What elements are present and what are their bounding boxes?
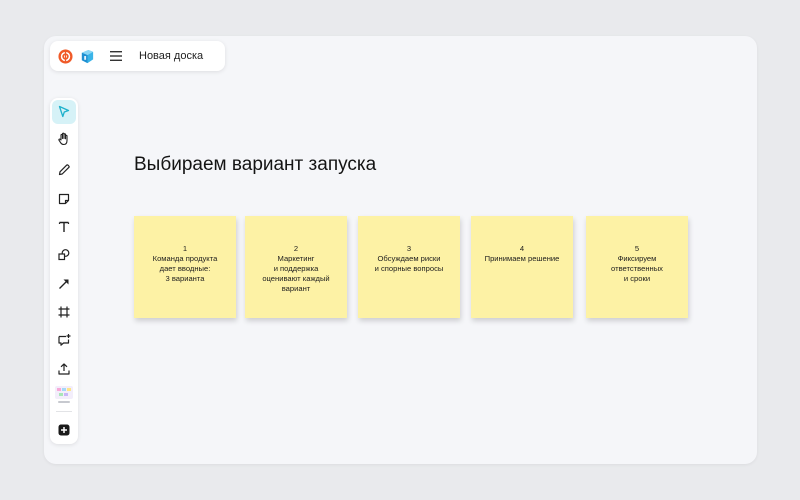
arrow-icon — [59, 279, 69, 289]
text-icon — [58, 221, 70, 232]
blue-cube-logo-icon[interactable] — [79, 48, 95, 64]
sticky-number: 2 — [293, 244, 299, 253]
upload-icon — [58, 363, 70, 375]
frame-icon — [58, 306, 70, 318]
sticky-text-line: дает вводные: — [159, 264, 211, 273]
plus-square-icon — [58, 424, 70, 436]
tool-frame[interactable] — [52, 300, 76, 324]
sticky-note-5[interactable]: 5 Фиксируем ответственных и сроки — [586, 216, 688, 318]
sticky-text-line: Принимаем решение — [484, 254, 560, 263]
top-bar: Новая доска — [50, 41, 225, 71]
tool-hand[interactable] — [52, 127, 76, 151]
pencil-icon — [58, 164, 70, 176]
tool-connector[interactable] — [52, 272, 76, 296]
orange-circle-logo-icon[interactable] — [57, 48, 73, 64]
sticky-text-line: и сроки — [623, 274, 651, 283]
pointer-arrow-icon — [58, 105, 70, 118]
sticky-note-icon — [58, 193, 70, 205]
sticky-text-line: вариант — [281, 284, 311, 293]
left-toolbar — [50, 98, 78, 444]
sticky-text-line: оценивают каждый — [262, 274, 330, 283]
canvas-title[interactable]: Выбираем вариант запуска — [134, 154, 376, 176]
sticky-number: 5 — [634, 244, 640, 253]
sticky-text-line: Команда продукта — [152, 254, 218, 263]
sticky-number: 3 — [406, 244, 412, 253]
sticky-note-3[interactable]: 3 Обсуждаем риски и спорные вопросы — [358, 216, 460, 318]
tool-shapes[interactable] — [52, 243, 76, 267]
comment-add-icon — [58, 334, 71, 346]
shapes-icon — [58, 249, 70, 261]
hamburger-menu-icon[interactable] — [109, 49, 123, 63]
tool-sticky[interactable] — [52, 187, 76, 211]
tool-upload[interactable] — [52, 357, 76, 381]
sticky-text-line: Маркетинг — [277, 254, 315, 263]
sticky-note-2[interactable]: 2 Маркетинг и поддержка оценивают каждый… — [245, 216, 347, 318]
templates-thumbnail-icon[interactable] — [54, 385, 74, 405]
sticky-text-line: Фиксируем — [617, 254, 657, 263]
tool-add[interactable] — [52, 418, 76, 442]
sticky-note-1[interactable]: 1 Команда продукта дает вводные: 3 вариа… — [134, 216, 236, 318]
board-window: Новая доска Выбираем вариант запуска 1 К… — [44, 36, 757, 464]
sticky-text-line: и поддержка — [273, 264, 319, 273]
tool-pen[interactable] — [52, 158, 76, 182]
tool-comment[interactable] — [52, 328, 76, 352]
toolbar-divider — [56, 411, 72, 412]
sticky-text-line: ответственных — [611, 264, 663, 273]
sticky-text-line: и спорные вопросы — [374, 264, 444, 273]
sticky-number: 4 — [519, 244, 525, 253]
sticky-note-4[interactable]: 4 Принимаем решение — [471, 216, 573, 318]
tool-select[interactable] — [52, 100, 76, 124]
sticky-number: 1 — [182, 244, 188, 253]
tool-text[interactable] — [52, 215, 76, 239]
board-title[interactable]: Новая доска — [139, 50, 203, 62]
hand-icon — [58, 132, 68, 146]
sticky-text-line: Обсуждаем риски — [377, 254, 441, 263]
sticky-text-line: 3 варианта — [165, 274, 205, 283]
